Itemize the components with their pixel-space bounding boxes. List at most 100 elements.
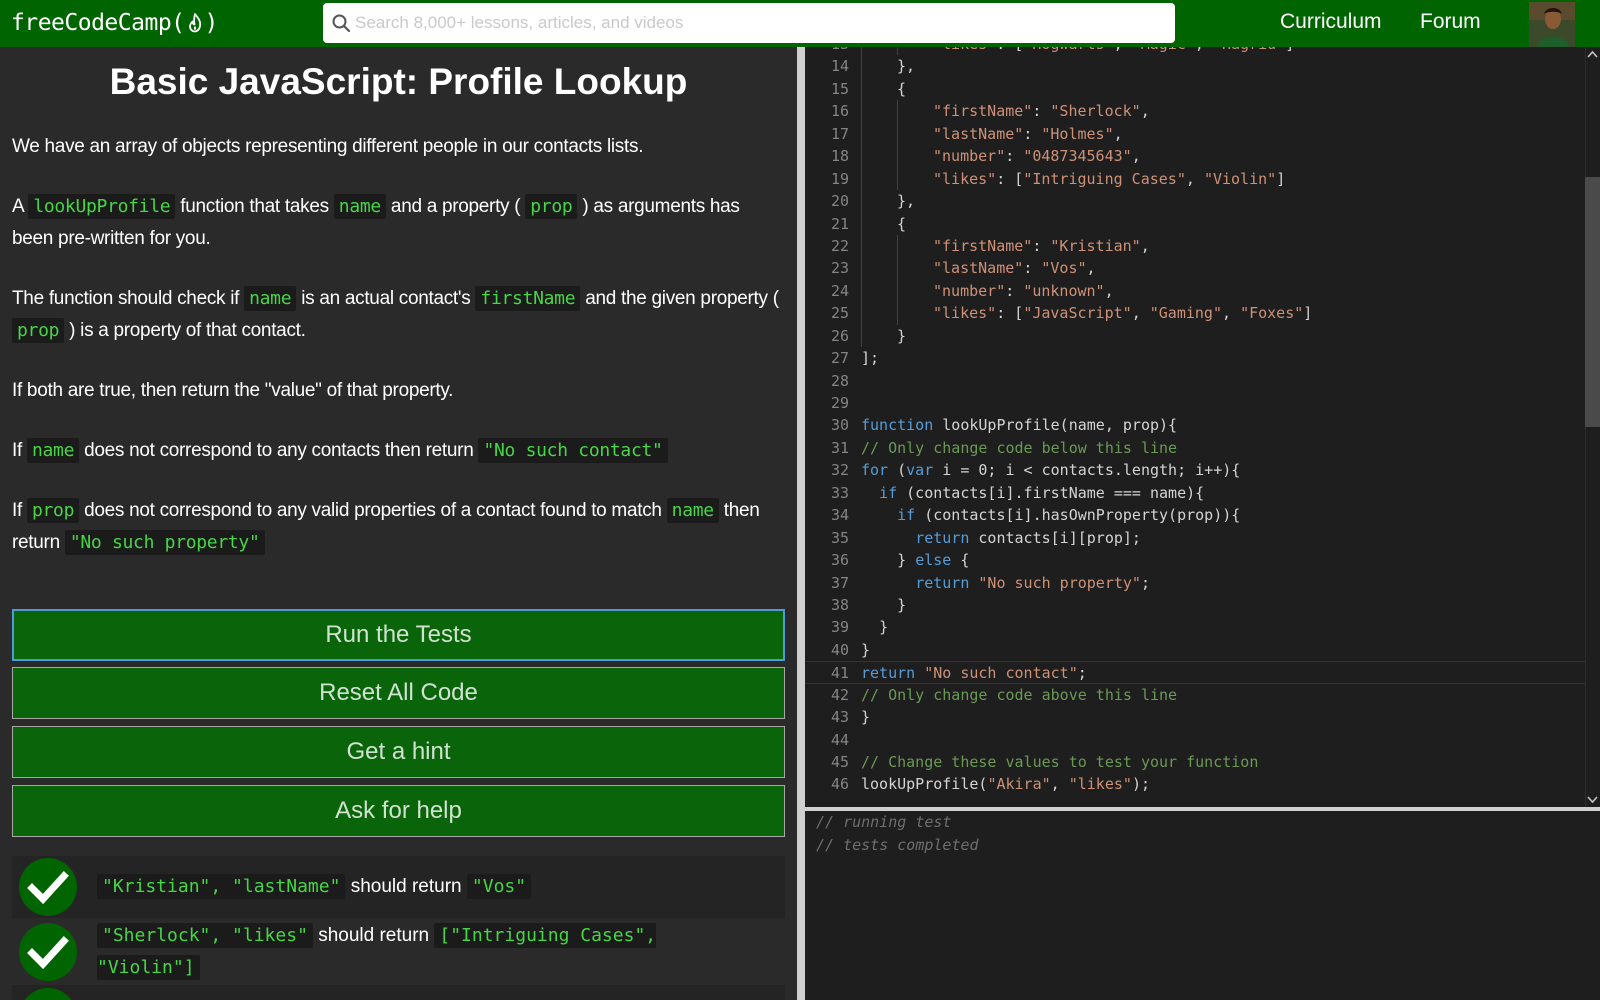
description-paragraph-2: A lookUpProfile function that takes name… [12, 191, 782, 255]
code-token: if [897, 506, 916, 525]
code-line: 23 "lastName": "Vos", [805, 257, 1585, 280]
code-line: 17 "lastName": "Holmes", [805, 122, 1585, 146]
indent-guide [897, 122, 898, 146]
line-number: 36 [830, 551, 849, 570]
line-number: 33 [830, 483, 849, 502]
avatar[interactable] [1529, 2, 1575, 47]
line-number: 45 [830, 753, 849, 771]
code-line: 33 if (contacts[i].firstName === name){ [805, 482, 1585, 504]
code-token: lookUpProfile(name, prop){ [933, 416, 1178, 435]
code-token: : [ [996, 47, 1023, 53]
line-number: 44 [830, 730, 849, 749]
indent-guide [861, 212, 862, 235]
search-bar [323, 3, 1175, 43]
chevron-up-icon[interactable] [1587, 49, 1598, 60]
description-paragraph-4: If both are true, then return the "value… [12, 380, 454, 401]
nav-forum-link[interactable]: Forum [1420, 10, 1481, 34]
indent-guide [897, 257, 898, 280]
check-circle-icon [19, 858, 77, 916]
text: function that takes [180, 196, 329, 217]
code-token: // Change these values to test your func… [861, 753, 1259, 771]
line-number: 13 [805, 47, 849, 55]
code-token: "Gaming" [1149, 304, 1222, 323]
line-number: 19 [830, 169, 849, 188]
code-line: 24 "number": "unknown", [805, 279, 1585, 303]
page-title: Basic JavaScript: Profile Lookup [109, 61, 688, 102]
code-line: 19 "likes": ["Intriguing Cases", "Violin"… [805, 167, 1585, 191]
inline-code: name [666, 498, 719, 523]
code-token: { [897, 79, 907, 98]
code-token: : [1023, 124, 1042, 143]
code-text: "firstName": "Kristian", [933, 235, 1150, 257]
indent-guide [897, 167, 898, 191]
description-paragraph-3: The function should check if name is an … [12, 283, 782, 347]
line-number: 16 [830, 102, 849, 121]
line-number: 21 [830, 214, 849, 233]
code-token: "firstName" [933, 102, 1033, 121]
test-result-row: "Kristian", "lastName" should return "Vo… [12, 856, 785, 918]
indent-guide [897, 145, 898, 168]
chevron-down-icon[interactable] [1587, 794, 1598, 805]
code-text: } [861, 594, 906, 616]
editor-scrollbar[interactable] [1585, 47, 1600, 807]
ask-help-button[interactable]: Ask for help [12, 785, 785, 837]
code-token: } [897, 326, 907, 345]
pane-divider[interactable] [797, 47, 805, 1000]
code-token: ]; [861, 349, 880, 368]
check-circle-icon [19, 923, 77, 981]
code-token: else [915, 551, 952, 570]
code-token: "Sherlock" [1050, 102, 1141, 121]
code-token: "Hagrid" [1213, 47, 1285, 53]
code-token: : [1005, 281, 1024, 300]
line-number: 15 [830, 79, 849, 98]
line-number: 20 [830, 192, 849, 211]
line-number: 17 [830, 124, 849, 143]
code-text: "firstName": "Sherlock", [933, 100, 1150, 122]
code-line: 31 // Only change code below this line [805, 437, 1585, 459]
get-hint-button[interactable]: Get a hint [12, 726, 785, 778]
code-text: function lookUpProfile(name, prop){ [861, 414, 1177, 436]
code-text: }, [897, 190, 915, 212]
line-number: 26 [830, 326, 849, 345]
code-text: { [897, 213, 906, 235]
code-text: "number": "0487345643", [933, 145, 1141, 167]
indent-guide [897, 234, 898, 258]
code-text: } [861, 616, 888, 638]
code-line: 29 [805, 392, 1585, 414]
indent-guide [861, 55, 862, 78]
reset-code-button[interactable]: Reset All Code [12, 667, 785, 719]
code-editor[interactable]: 13"likes": ["Hogwarts", "Magic", "Hagrid… [805, 47, 1600, 807]
code-token: }, [897, 192, 916, 211]
code-text: return "No such contact"; [861, 662, 1087, 684]
text: ) is a property of that contact. [69, 320, 306, 341]
indent-guide [861, 279, 862, 303]
code-token: (contacts[i].hasOwnProperty(prop)){ [915, 506, 1241, 525]
inline-code: name [333, 194, 386, 219]
code-token: "Hogwarts" [1023, 47, 1113, 53]
line-number: 22 [830, 236, 849, 255]
code-token: "Violin" [1203, 169, 1277, 188]
editor-scroll-thumb[interactable] [1585, 177, 1600, 427]
code-line: 37 return "No such property"; [805, 572, 1585, 594]
nav-curriculum-link[interactable]: Curriculum [1280, 10, 1382, 34]
code-line: 25 "likes": ["JavaScript", "Gaming", "Fox… [805, 302, 1585, 325]
run-tests-button[interactable]: Run the Tests [12, 609, 785, 661]
inline-code: firstName [475, 286, 581, 311]
code-line: 21 { [805, 212, 1585, 235]
description-paragraph-5: If name does not correspond to any conta… [12, 435, 782, 467]
search-input[interactable] [355, 5, 1155, 41]
output-text: // running test [816, 813, 952, 831]
code-token: , [1131, 304, 1150, 323]
code-text: return contacts[i][prop]; [861, 527, 1141, 549]
code-token: , [1140, 102, 1150, 121]
test-result-row: "Sherlock", "likes" should return ["Intr… [12, 920, 785, 984]
test-result-row [12, 985, 785, 1000]
code-line: 36 } else { [805, 549, 1585, 571]
challenge-description: We have an array of objects representing… [12, 131, 782, 587]
code-token: return [915, 573, 970, 592]
fcc-logo[interactable]: freeCodeCamp( ) [11, 6, 218, 40]
